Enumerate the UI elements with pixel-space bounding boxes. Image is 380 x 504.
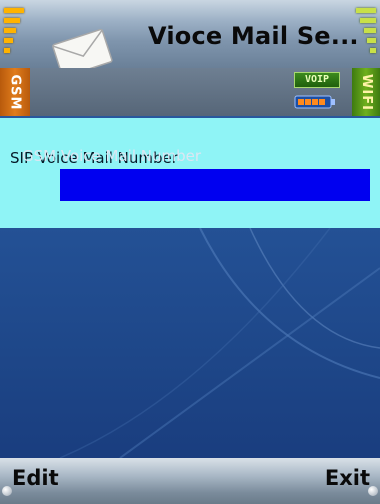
wifi-indicator: WIFI xyxy=(352,68,380,116)
exit-softkey[interactable]: Exit xyxy=(325,466,370,490)
page-title: Vioce Mail Se... xyxy=(148,22,359,50)
gsm-indicator-label: GSM xyxy=(7,74,23,110)
wifi-indicator-label: WIFI xyxy=(358,73,374,111)
title-bar: Vioce Mail Se... xyxy=(0,0,380,78)
background-decoration xyxy=(59,228,380,458)
gsm-indicator: GSM xyxy=(0,68,30,116)
right-corner-dot xyxy=(368,486,378,496)
gsm-voice-mail-label: GSM Voice Mail Number xyxy=(22,147,202,165)
voice-mail-settings-screen: Vioce Mail Se... GSM WIFI VOIP SIP Voice… xyxy=(0,0,380,504)
softkey-bar: Edit Exit xyxy=(0,458,380,504)
voip-badge: VOIP xyxy=(294,72,340,88)
edit-softkey[interactable]: Edit xyxy=(12,466,59,490)
gsm-voice-mail-number-field[interactable] xyxy=(60,169,370,199)
left-corner-dot xyxy=(2,486,12,496)
battery-icon xyxy=(294,95,335,109)
